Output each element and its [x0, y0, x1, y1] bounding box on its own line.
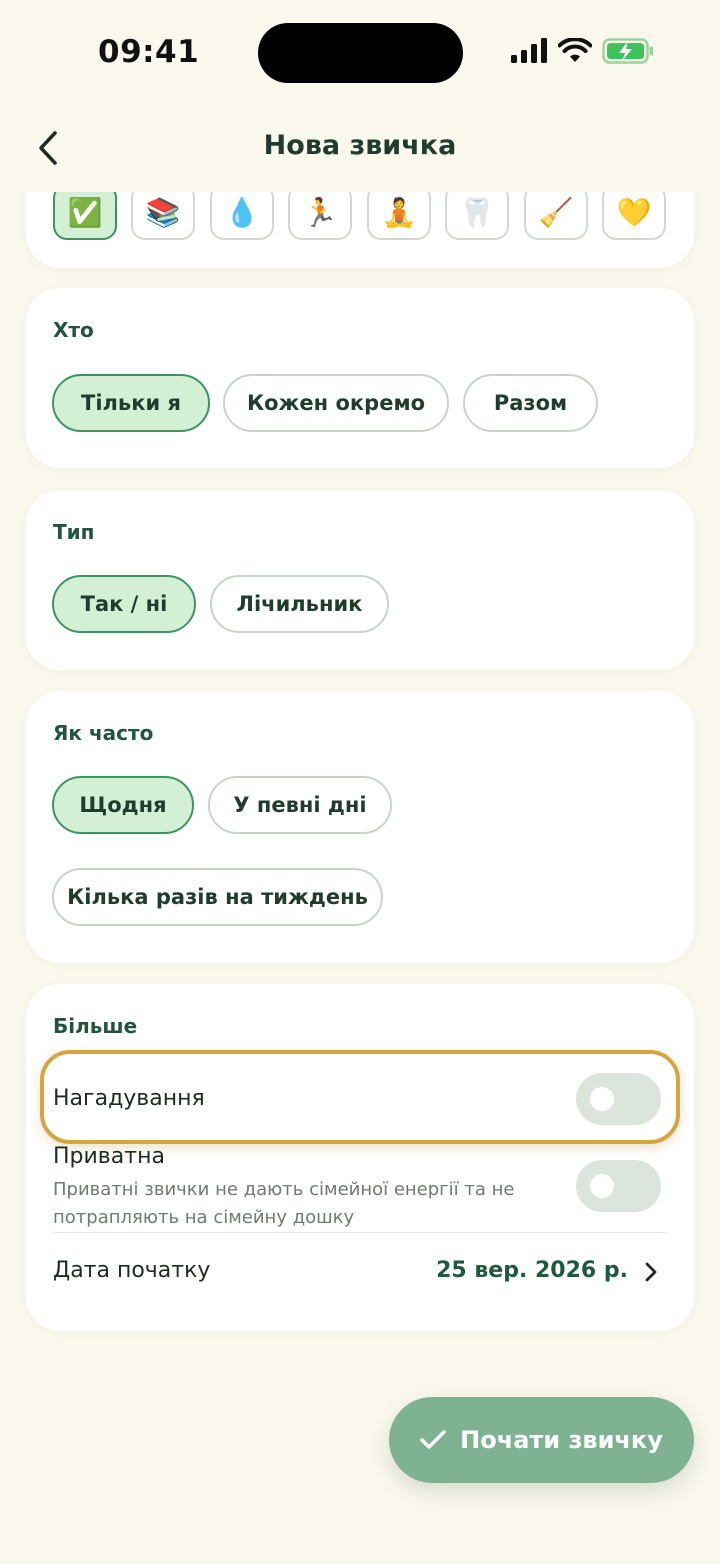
who-option-only-me[interactable]: Тільки я [52, 374, 210, 432]
start-date-value: 25 вер. 2026 р. [436, 1258, 628, 1283]
emoji-option-meditation[interactable]: 🧘 [367, 184, 431, 240]
who-card: Хто Тільки я Кожен окремо Разом [26, 288, 694, 468]
status-bar: 09:41 [0, 0, 720, 104]
who-option-each-separately[interactable]: Кожен окремо [223, 374, 449, 432]
emoji-option-droplet[interactable]: 💧 [210, 184, 274, 240]
start-habit-label: Почати звичку [460, 1426, 663, 1454]
frequency-option-specific-days[interactable]: У певні дні [208, 776, 392, 834]
start-date-label: Дата початку [53, 1258, 211, 1283]
private-description: Приватні звички не дають сімейної енергі… [53, 1179, 515, 1228]
emoji-glyph: 📚 [145, 195, 181, 229]
start-date-row[interactable]: Дата початку 25 вер. 2026 р. [26, 1234, 694, 1306]
chip-label: Кілька разів на тиждень [67, 885, 368, 909]
emoji-glyph: 💧 [224, 195, 260, 229]
frequency-card: Як часто Щодня У певні дні Кілька разів … [26, 691, 694, 963]
emoji-option-yellow-heart[interactable]: 💛 [602, 184, 666, 240]
checkmark-icon [420, 1430, 446, 1449]
who-option-together[interactable]: Разом [463, 374, 598, 432]
wifi-icon [558, 38, 592, 62]
chip-label: Разом [493, 391, 568, 415]
dynamic-island [258, 23, 463, 83]
private-label: Приватна [53, 1144, 165, 1169]
reminders-highlight [40, 1050, 680, 1144]
emoji-option-check[interactable]: ✅ [53, 184, 117, 240]
more-title: Більше [53, 1014, 138, 1038]
emoji-glyph: 🦷 [459, 195, 495, 229]
emoji-glyph: 🧹 [538, 195, 574, 229]
chip-label: Так / ні [80, 592, 168, 616]
type-option-yes-no[interactable]: Так / ні [52, 575, 196, 633]
emoji-glyph: 🏃 [302, 195, 338, 229]
frequency-option-times-per-week[interactable]: Кілька разів на тиждень [52, 868, 383, 926]
frequency-option-daily[interactable]: Щодня [52, 776, 194, 834]
chip-label: У певні дні [233, 793, 367, 817]
start-habit-button[interactable]: Почати звичку [389, 1397, 694, 1483]
chip-label: Тільки я [81, 391, 181, 415]
more-card: Більше Нагадування Приватна Приватні зви… [26, 984, 694, 1331]
cellular-signal-icon [511, 38, 547, 63]
emoji-glyph: 🧘 [381, 195, 417, 229]
type-option-counter[interactable]: Лічильник [210, 575, 389, 633]
type-title: Тип [53, 520, 95, 544]
chip-label: Щодня [79, 793, 167, 817]
chevron-right-icon [645, 1262, 657, 1282]
toggle-knob [590, 1174, 614, 1198]
battery-charging-icon [602, 38, 653, 64]
page-title: Нова звичка [263, 130, 457, 161]
frequency-title: Як часто [53, 721, 154, 745]
emoji-option-runner[interactable]: 🏃 [288, 184, 352, 240]
type-card: Тип Так / ні Лічильник [26, 490, 694, 670]
navigation-bar: Нова звичка [0, 104, 720, 192]
emoji-option-tooth[interactable]: 🦷 [445, 184, 509, 240]
emoji-glyph: ✅ [67, 195, 103, 229]
emoji-option-books[interactable]: 📚 [131, 184, 195, 240]
private-toggle[interactable] [576, 1160, 661, 1212]
chip-label: Лічильник [236, 592, 363, 616]
row-divider [53, 1232, 667, 1233]
emoji-glyph: 💛 [616, 195, 652, 229]
emoji-option-broom[interactable]: 🧹 [524, 184, 588, 240]
who-title: Хто [53, 318, 94, 342]
status-time: 09:41 [98, 34, 200, 70]
chip-label: Кожен окремо [246, 391, 426, 415]
